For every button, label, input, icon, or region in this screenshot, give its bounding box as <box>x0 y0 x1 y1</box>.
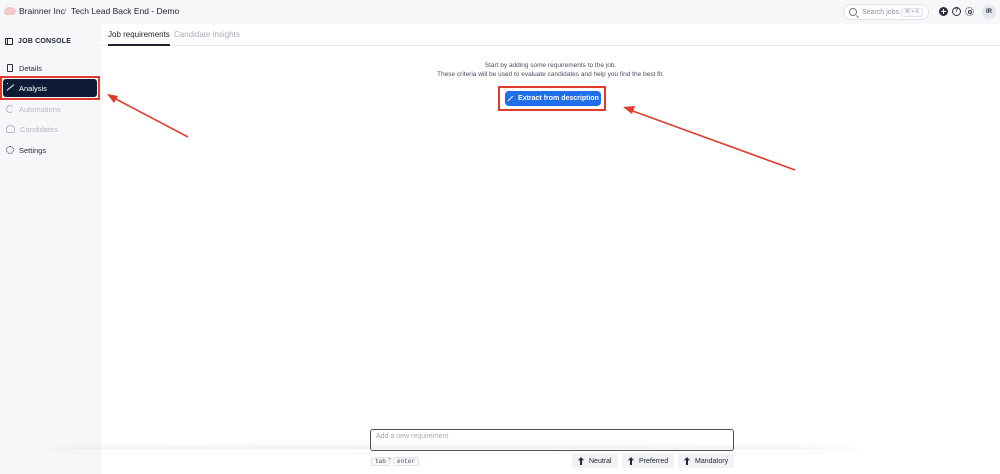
help-icon[interactable]: ? <box>952 7 961 16</box>
sidebar-item-label: Candidates <box>20 124 58 134</box>
priority-mandatory-button[interactable]: Mandatory <box>678 454 735 468</box>
search-jobs-box[interactable]: Search jobs... ⌘ + K <box>843 4 929 20</box>
breadcrumb-org[interactable]: Brainner Inc <box>19 6 65 16</box>
search-placeholder: Search jobs... <box>862 8 905 16</box>
requirement-composer: tab + enter Neutral Preferred Mandatory <box>101 422 1000 474</box>
empty-state-line-2: These criteria will be used to evaluate … <box>437 71 664 78</box>
job-console-heading: JOB CONSOLE <box>5 38 71 45</box>
extract-button-label: Extract from description <box>518 95 599 102</box>
breadcrumb-separator: / <box>64 6 67 16</box>
users-icon <box>6 125 15 133</box>
job-console-title: JOB CONSOLE <box>18 38 72 45</box>
priority-neutral-button[interactable]: Neutral <box>572 454 618 468</box>
bottom-shadow <box>40 449 860 453</box>
priority-label: Preferred <box>639 457 669 465</box>
sidebar-item-analysis[interactable]: Analysis <box>3 78 97 97</box>
sidebar-item-label: Analysis <box>19 83 47 93</box>
document-icon <box>7 64 13 72</box>
breadcrumb-job-title: Tech Lead Back End - Demo <box>71 6 180 16</box>
tab-key-hint: tab <box>371 457 390 466</box>
sidebar-item-candidates[interactable]: Candidates <box>3 120 97 138</box>
tab-bar: Job requirements Candidate insights <box>101 24 1000 46</box>
enter-key-hint: enter <box>393 457 420 466</box>
new-requirement-input[interactable] <box>370 429 734 451</box>
empty-state-line-1: Start by adding some requirements to the… <box>484 62 617 69</box>
chart-wand-icon <box>6 78 14 92</box>
brand-logo-icon[interactable] <box>4 7 16 15</box>
extract-from-description-button[interactable]: Extract from description <box>505 91 601 106</box>
sidebar-item-settings[interactable]: Settings <box>3 141 97 159</box>
arrow-up-icon <box>684 458 690 465</box>
main-panel: Job requirements Candidate insights Star… <box>101 24 1000 474</box>
avatar[interactable]: IR <box>982 5 996 19</box>
gear-icon[interactable] <box>965 7 974 16</box>
top-bar: Brainner Inc / Tech Lead Back End - Demo… <box>0 0 1000 24</box>
sidebar: JOB CONSOLE Details Analysis Automations… <box>0 24 100 474</box>
tab-job-requirements[interactable]: Job requirements <box>108 30 170 46</box>
plus-icon[interactable] <box>939 7 948 16</box>
arrow-up-icon <box>578 458 584 465</box>
refresh-icon <box>6 105 14 113</box>
arrow-up-icon <box>628 458 634 465</box>
sidebar-item-label: Settings <box>19 145 47 155</box>
magic-wand-icon <box>507 95 514 102</box>
key-plus: + <box>388 457 392 463</box>
priority-label: Mandatory <box>695 457 729 465</box>
sidebar-item-label: Automations <box>19 104 61 114</box>
tab-candidate-insights[interactable]: Candidate insights <box>174 30 240 39</box>
priority-label: Neutral <box>589 457 612 465</box>
priority-preferred-button[interactable]: Preferred <box>622 454 675 468</box>
sidebar-item-automations[interactable]: Automations <box>3 100 97 118</box>
gear-icon <box>6 146 14 154</box>
sidebar-panel-icon[interactable] <box>5 38 13 45</box>
sidebar-item-details[interactable]: Details <box>3 59 97 77</box>
search-icon <box>849 8 857 16</box>
search-shortcut-hint: ⌘ + K <box>900 8 923 17</box>
sidebar-item-label: Details <box>19 63 42 73</box>
